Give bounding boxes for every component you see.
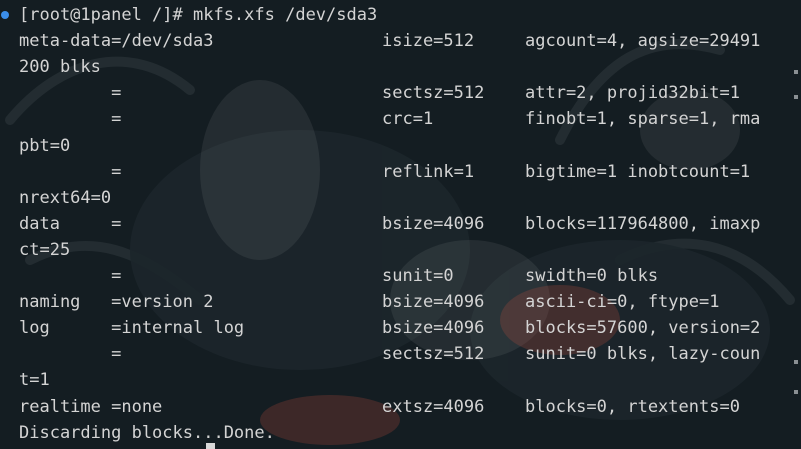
line-detail: blocks=57600, version=2 bbox=[525, 318, 761, 339]
terminal-line: Discarding blocks...Done. bbox=[19, 420, 789, 446]
terminal-line: ct=25 bbox=[19, 237, 789, 263]
line-param: sectsz=512 bbox=[382, 83, 485, 104]
line-field: = bbox=[19, 266, 122, 286]
line-detail: attr=2, projid32bit=1 bbox=[525, 83, 740, 104]
terminal-line: = crc=1 finobt=1, sparse=1, rma bbox=[19, 106, 789, 132]
line-param: crc=1 bbox=[382, 109, 434, 130]
line-detail: blocks=0, rtextents=0 bbox=[525, 396, 740, 417]
line-field: meta-data=/dev/sda3 bbox=[19, 31, 214, 52]
scroll-marker bbox=[794, 390, 798, 394]
terminal-line: meta-data=/dev/sda3 isize=512 agcount=4, a… bbox=[19, 28, 789, 54]
terminal-line: naming =version 2 bsize=4096 ascii-ci=0, f… bbox=[19, 289, 789, 315]
line-field: Discarding blocks...Done. bbox=[19, 422, 275, 443]
line-detail: finobt=1, sparse=1, rma bbox=[525, 109, 761, 130]
line-field: realtime =none bbox=[19, 396, 163, 417]
line-param: bsize=4096 bbox=[382, 318, 485, 339]
terminal-output[interactable]: [root@1panel /]# mkfs.xfs /dev/sda3 meta-… bbox=[0, 0, 790, 449]
terminal-line: = sectsz=512 sunit=0 blks, lazy-coun bbox=[19, 341, 789, 367]
terminal-scrollbar[interactable] bbox=[791, 0, 801, 449]
line-field: pbt=0 bbox=[19, 135, 71, 156]
terminal-line: = sectsz=512 attr=2, projid32bit=1 bbox=[19, 80, 789, 106]
line-field: [root@1panel /]# mkfs.xfs /dev/sda3 bbox=[19, 5, 378, 25]
line-param: reflink=1 bbox=[382, 161, 475, 182]
line-field: naming =version 2 bbox=[19, 292, 214, 313]
terminal-line: pbt=0 bbox=[19, 133, 789, 159]
line-param: extsz=4096 bbox=[382, 396, 485, 417]
line-field: = bbox=[19, 161, 122, 182]
line-detail: ascii-ci=0, ftype=1 bbox=[525, 292, 720, 313]
line-field: t=1 bbox=[19, 370, 50, 391]
text-cursor bbox=[206, 443, 215, 449]
terminal-line: nrext64=0 bbox=[19, 185, 789, 211]
scroll-marker bbox=[794, 360, 798, 364]
line-param: sunit=0 bbox=[382, 266, 454, 286]
line-param: bsize=4096 bbox=[382, 213, 485, 234]
terminal-line: t=1 bbox=[19, 367, 789, 393]
line-field: nrext64=0 bbox=[19, 187, 112, 208]
line-field: ct=25 bbox=[19, 239, 71, 260]
terminal-line: = sunit=0 swidth=0 blks bbox=[19, 263, 789, 289]
line-detail: agcount=4, agsize=29491 bbox=[525, 31, 761, 52]
terminal-line: log =internal log bsize=4096 blocks=57600,… bbox=[19, 315, 789, 341]
line-param: sectsz=512 bbox=[382, 344, 485, 365]
terminal-line: data = bsize=4096 blocks=117964800, imaxp bbox=[19, 211, 789, 237]
command-status-icon bbox=[1, 11, 9, 19]
line-field: log =internal log bbox=[19, 318, 245, 339]
line-field: = bbox=[19, 344, 122, 365]
line-field: = bbox=[19, 83, 122, 104]
line-param: isize=512 bbox=[382, 31, 475, 52]
terminal-line: = reflink=1 bigtime=1 inobtcount=1 bbox=[19, 159, 789, 185]
line-detail: blocks=117964800, imaxp bbox=[525, 213, 761, 234]
line-field: 200 blks bbox=[19, 57, 101, 78]
line-param: bsize=4096 bbox=[382, 292, 485, 313]
terminal-line: [root@1panel /]# mkfs.xfs /dev/sda3 bbox=[19, 2, 789, 28]
terminal-line: realtime =none extsz=4096 blocks=0, rtexte… bbox=[19, 394, 789, 420]
line-detail: swidth=0 blks bbox=[525, 266, 659, 286]
line-field: data = bbox=[19, 213, 122, 234]
line-detail: bigtime=1 inobtcount=1 bbox=[525, 161, 751, 182]
terminal-line: 200 blks bbox=[19, 54, 789, 80]
line-detail: sunit=0 blks, lazy-coun bbox=[525, 344, 761, 365]
scroll-marker bbox=[794, 70, 798, 74]
scroll-marker bbox=[794, 95, 798, 99]
line-field: = bbox=[19, 109, 122, 130]
